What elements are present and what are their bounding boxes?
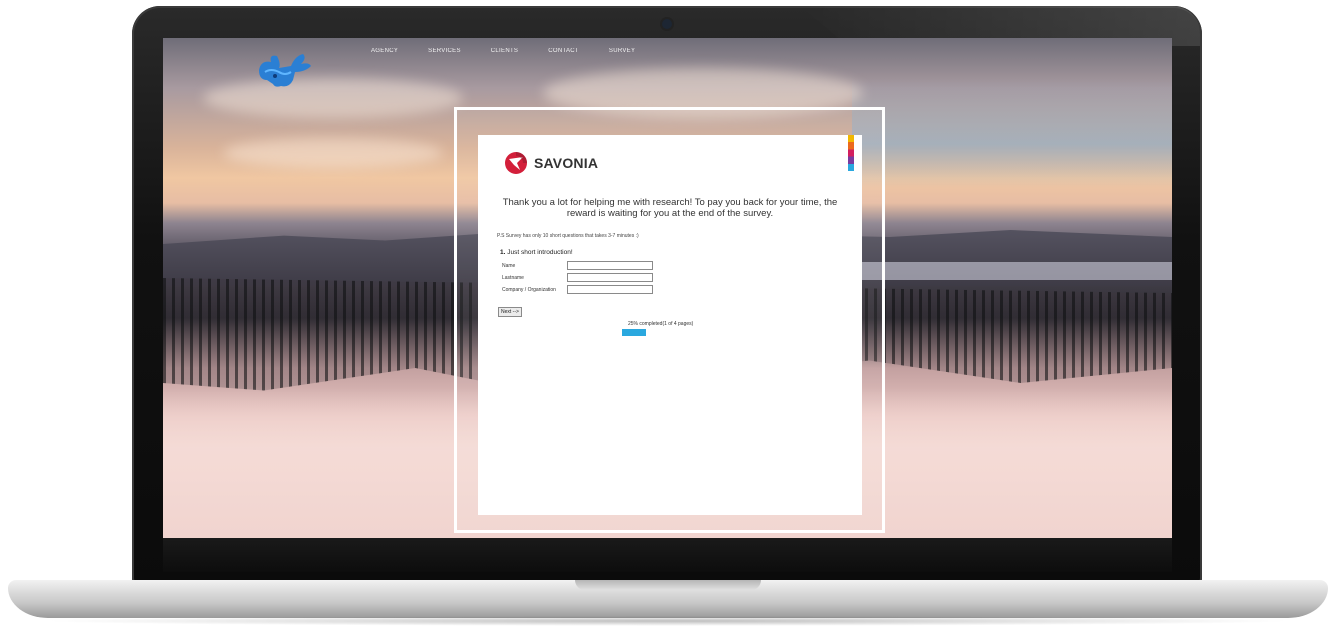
- progress-fill: [622, 329, 646, 336]
- laptop-screen: AGENCY SERVICES CLIENTS CONTACT SURVEY S…: [163, 38, 1172, 538]
- site-nav: AGENCY SERVICES CLIENTS CONTACT SURVEY: [371, 48, 665, 54]
- sky-background: [852, 78, 1172, 188]
- company-label: Company / Organization: [502, 286, 556, 293]
- nav-agency[interactable]: AGENCY: [371, 48, 398, 54]
- question-number: 1.: [500, 249, 506, 256]
- survey-panel: SAVONIA Thank you a lot for helping me w…: [478, 135, 862, 515]
- brand: SAVONIA: [504, 151, 598, 175]
- name-label: Name: [502, 262, 516, 269]
- savonia-logo-icon: [505, 152, 527, 174]
- nav-survey[interactable]: SURVEY: [609, 48, 635, 54]
- progress-text: 25% completed(1 of 4 pages): [628, 321, 694, 327]
- color-stripe: [848, 135, 854, 171]
- nav-services[interactable]: SERVICES: [428, 48, 461, 54]
- cloud: [203, 78, 463, 118]
- lastname-field[interactable]: [567, 273, 653, 282]
- moose-logo-icon[interactable]: [251, 50, 313, 90]
- thank-you-message: Thank you a lot for helping me with rese…: [502, 197, 838, 219]
- lake: [852, 262, 1172, 280]
- base-shadow: [40, 616, 1296, 626]
- brand-name: SAVONIA: [534, 155, 599, 171]
- nav-clients[interactable]: CLIENTS: [491, 48, 518, 54]
- camera-icon: [662, 19, 672, 29]
- next-button[interactable]: Next -->: [498, 307, 522, 317]
- ps-note: P.S Survey has only 10 short questions t…: [497, 233, 639, 239]
- name-field[interactable]: [567, 261, 653, 270]
- progress-bar: [622, 329, 718, 336]
- question-text: Just short introduction!: [507, 249, 573, 256]
- nav-contact[interactable]: CONTACT: [548, 48, 579, 54]
- question-title: 1. Just short introduction!: [500, 249, 573, 256]
- lid-notch: [575, 580, 761, 590]
- company-field[interactable]: [567, 285, 653, 294]
- screen-bezel-bottom: [163, 538, 1172, 572]
- laptop-mockup: AGENCY SERVICES CLIENTS CONTACT SURVEY S…: [0, 0, 1336, 643]
- lastname-label: Lastname: [502, 274, 524, 281]
- cloud: [223, 138, 443, 168]
- intro-form: Name Lastname Company / Organization: [502, 261, 655, 294]
